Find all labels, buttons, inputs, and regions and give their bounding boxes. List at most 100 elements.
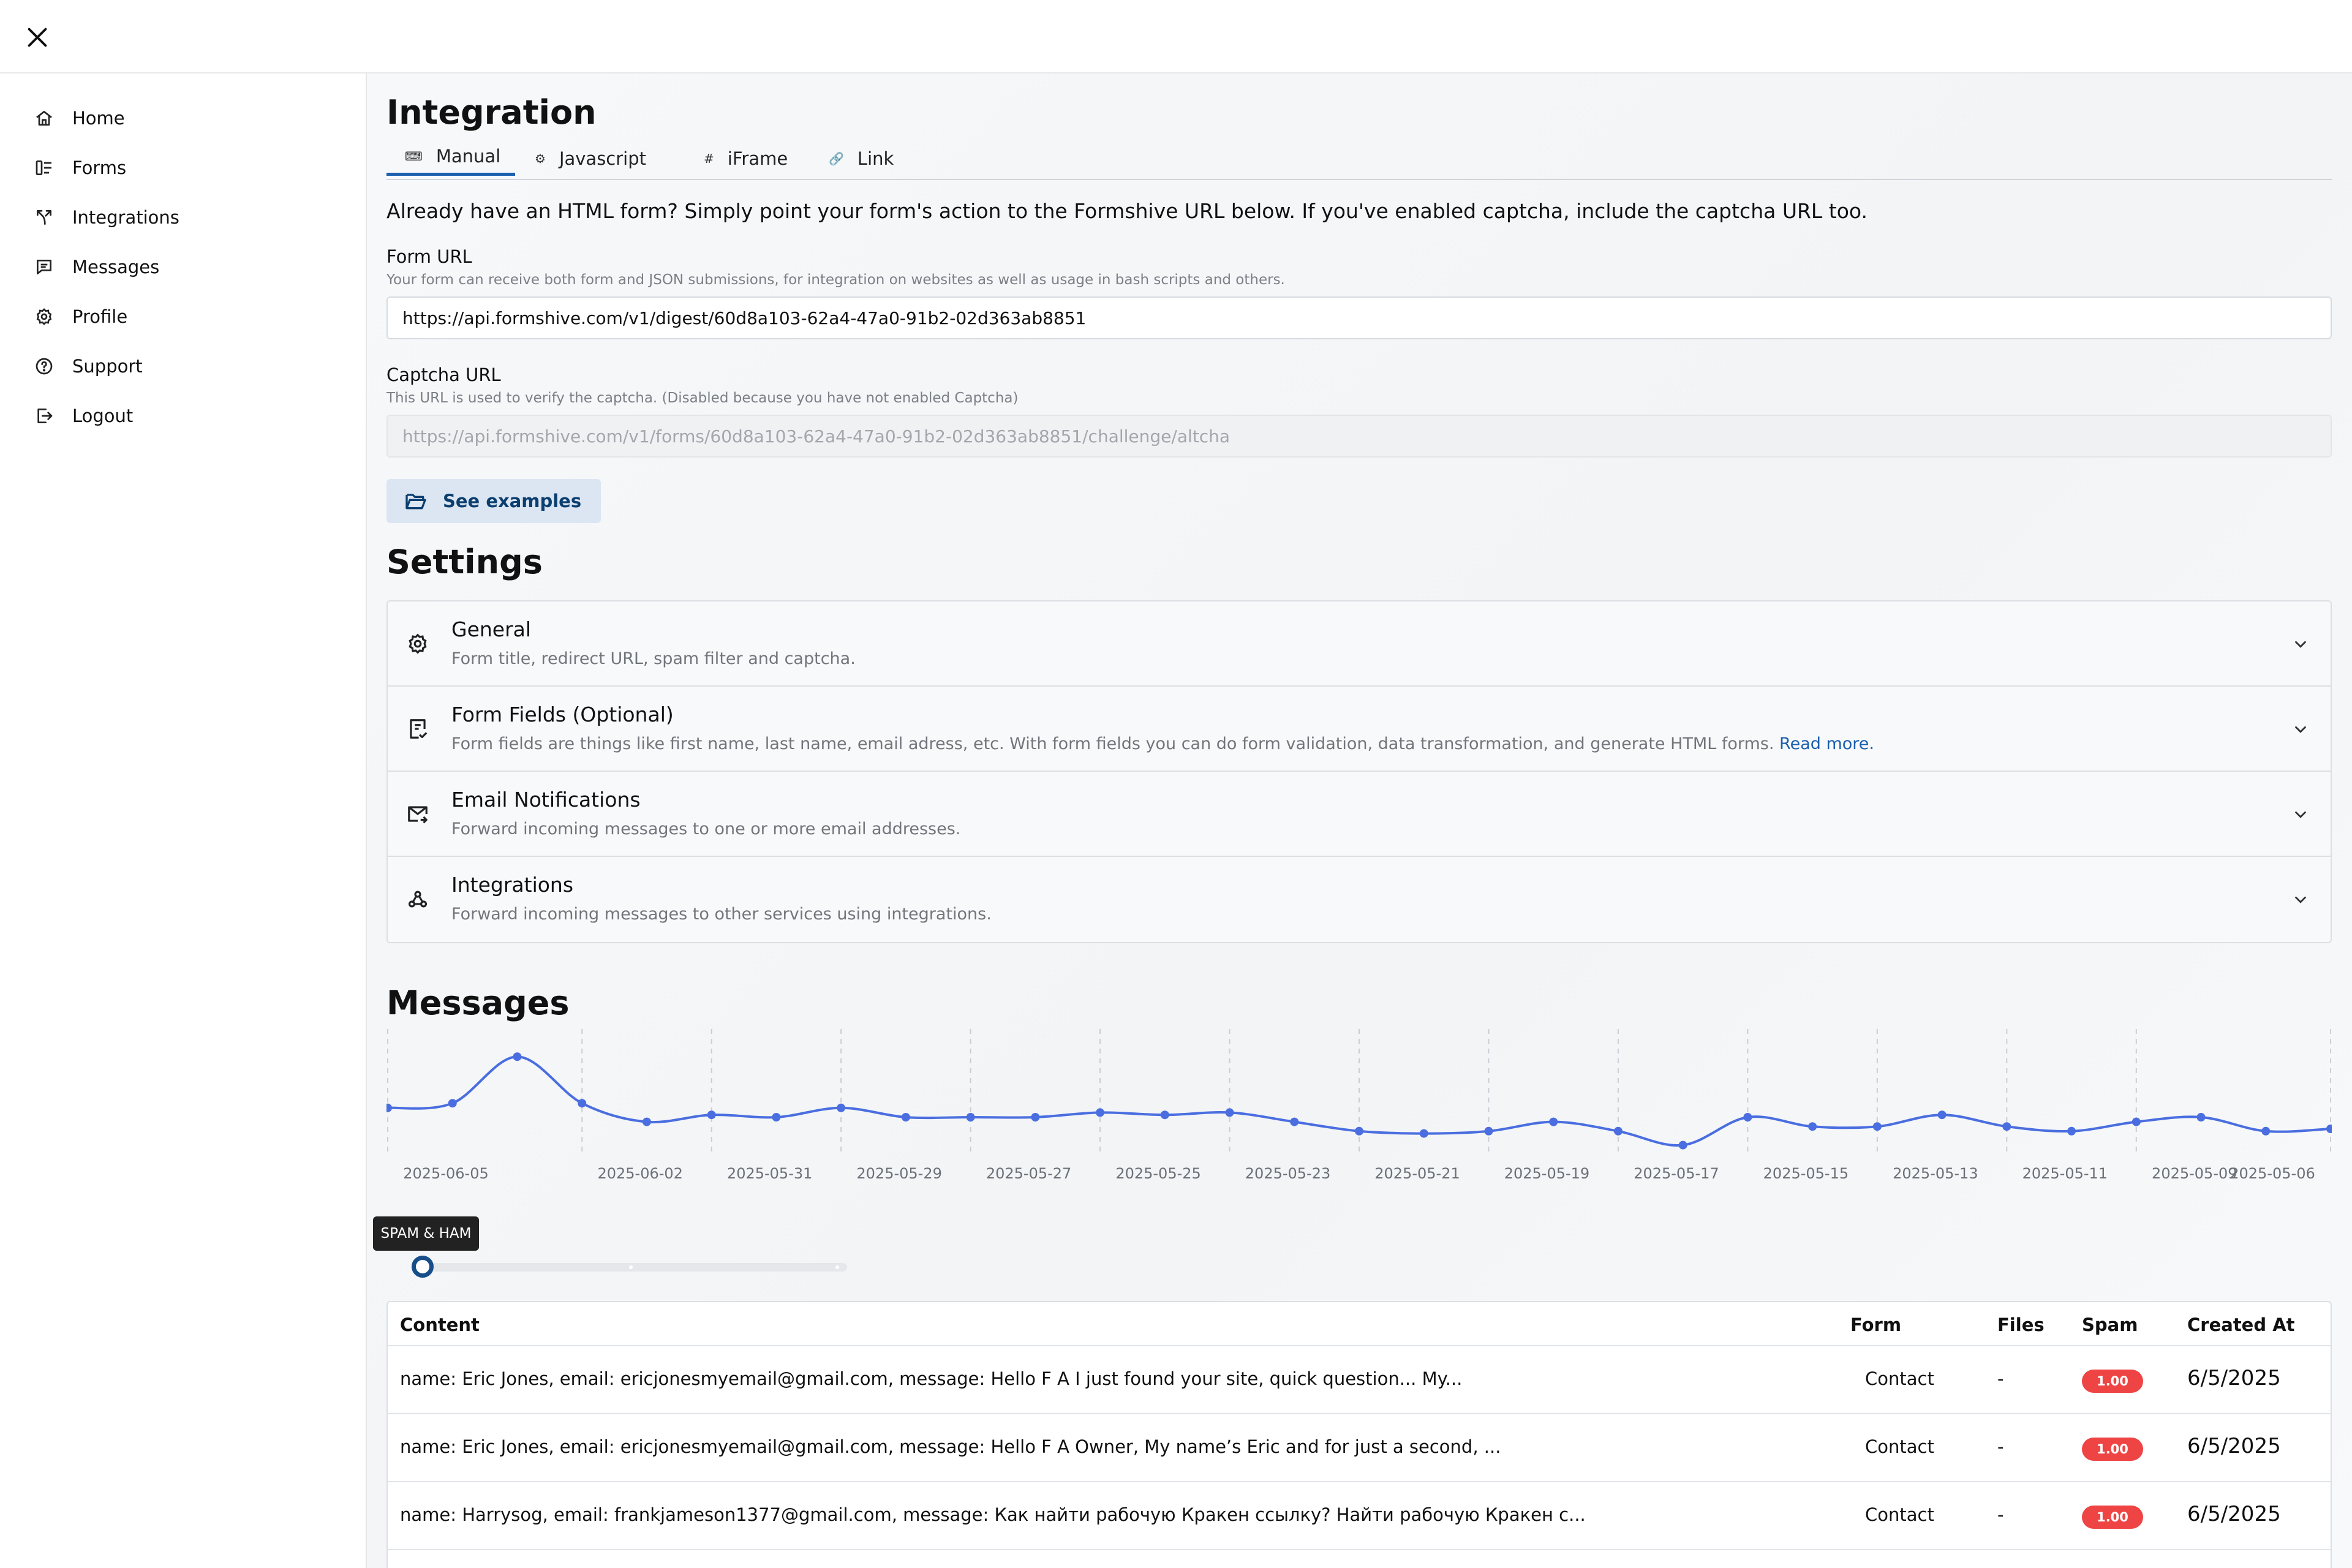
help-circle-icon bbox=[36, 358, 53, 375]
data-point[interactable] bbox=[642, 1117, 651, 1126]
sidebar-item-label: Forms bbox=[72, 157, 127, 178]
col-header-content[interactable]: Content bbox=[400, 1314, 480, 1335]
data-point[interactable] bbox=[2196, 1113, 2206, 1121]
data-point[interactable] bbox=[1872, 1122, 1882, 1131]
data-point[interactable] bbox=[1290, 1117, 1299, 1126]
spam-filter-slider-thumb[interactable] bbox=[412, 1256, 434, 1278]
data-point[interactable] bbox=[1613, 1126, 1623, 1136]
data-point[interactable] bbox=[772, 1113, 781, 1121]
x-tick-label: 2025-05-06 bbox=[2230, 1165, 2315, 1182]
tab-manual[interactable]: ⌨ Manual bbox=[386, 140, 515, 176]
table-row[interactable]: name: Eric Jones, email: ericjonesmyemai… bbox=[388, 1413, 2331, 1481]
data-point[interactable] bbox=[707, 1110, 716, 1120]
read-more-link[interactable]: Read more. bbox=[1779, 734, 1874, 753]
form-url-help: Your form can receive both form and JSON… bbox=[386, 272, 1285, 288]
data-point[interactable] bbox=[2067, 1126, 2076, 1136]
tab-label: Javascript bbox=[559, 148, 647, 169]
gear-icon bbox=[409, 633, 427, 654]
data-point[interactable] bbox=[578, 1099, 587, 1108]
settings-form-fields[interactable]: Form Fields (Optional) Form fields are t… bbox=[388, 687, 2331, 772]
section-desc: Form fields are things like first name, … bbox=[451, 734, 1874, 753]
settings-general[interactable]: General Form title, redirect URL, spam f… bbox=[388, 601, 2331, 687]
sidebar-item-messages[interactable]: Messages bbox=[34, 249, 159, 285]
x-tick-label: 2025-05-23 bbox=[1245, 1165, 1330, 1182]
tab-iframe[interactable]: # iFrame bbox=[704, 140, 788, 178]
see-examples-button[interactable]: See examples bbox=[386, 479, 601, 523]
hash-icon: # bbox=[704, 151, 714, 166]
integration-tabs: ⌨ Manual ⚙ Javascript # iFrame 🔗 Link bbox=[386, 140, 2332, 180]
data-point[interactable] bbox=[837, 1103, 846, 1112]
x-tick-label: 2025-05-25 bbox=[1115, 1165, 1200, 1182]
x-tick-label: 2025-05-31 bbox=[727, 1165, 812, 1182]
col-header-files[interactable]: Files bbox=[1997, 1314, 2045, 1335]
tab-label: Manual bbox=[435, 146, 501, 167]
link-icon: 🔗 bbox=[829, 151, 844, 166]
data-point[interactable] bbox=[1808, 1122, 1817, 1131]
top-bar bbox=[0, 0, 2352, 74]
sidebar-item-forms[interactable]: Forms bbox=[34, 149, 126, 186]
sidebar-item-profile[interactable]: Profile bbox=[34, 298, 127, 335]
x-tick-label: 2025-05-27 bbox=[986, 1165, 1071, 1182]
data-point[interactable] bbox=[513, 1052, 522, 1061]
settings-email-notifications[interactable]: Email Notifications Forward incoming mes… bbox=[388, 772, 2331, 857]
data-point[interactable] bbox=[386, 1103, 392, 1112]
data-point[interactable] bbox=[1678, 1140, 1687, 1150]
cell-content: name: Harrysog, email: frankjameson1377@… bbox=[400, 1504, 1586, 1525]
col-header-created[interactable]: Created At bbox=[2187, 1314, 2295, 1335]
data-point[interactable] bbox=[2132, 1117, 2141, 1126]
captcha-url-value: https://api.formshive.com/v1/forms/60d8a… bbox=[402, 426, 1231, 447]
settings-accordion: General Form title, redirect URL, spam f… bbox=[386, 600, 2332, 943]
col-header-form[interactable]: Form bbox=[1850, 1314, 1901, 1335]
data-point[interactable] bbox=[1225, 1108, 1234, 1117]
sidebar-item-logout[interactable]: Logout bbox=[34, 398, 133, 434]
x-tick-label: 2025-05-13 bbox=[1893, 1165, 1978, 1182]
x-tick-label: 2025-05-21 bbox=[1374, 1165, 1460, 1182]
spam-badge: 1.00 bbox=[2082, 1370, 2143, 1393]
gear-icon bbox=[36, 308, 52, 325]
sidebar-item-integrations[interactable]: Integrations bbox=[34, 199, 179, 236]
section-title: General bbox=[451, 617, 532, 641]
sidebar-item-home[interactable]: Home bbox=[34, 100, 125, 137]
x-tick-label: 2025-05-29 bbox=[856, 1165, 941, 1182]
data-point[interactable] bbox=[1096, 1108, 1105, 1117]
data-point[interactable] bbox=[1937, 1110, 1947, 1120]
messages-icon bbox=[37, 260, 51, 274]
data-point[interactable] bbox=[1743, 1113, 1752, 1121]
sidebar-item-support[interactable]: Support bbox=[34, 348, 143, 385]
sidebar-item-label: Messages bbox=[72, 257, 160, 277]
x-tick-label: 2025-05-11 bbox=[2022, 1165, 2108, 1182]
table-row[interactable]: name: Eric Jones, email: ericjonesmyemai… bbox=[388, 1345, 2331, 1413]
data-point[interactable] bbox=[448, 1099, 457, 1108]
settings-integrations[interactable]: Integrations Forward incoming messages t… bbox=[388, 857, 2331, 942]
cell-created: 6/5/2025 bbox=[2187, 1434, 2281, 1458]
section-title: Email Notifications bbox=[451, 788, 641, 812]
cell-form: Contact bbox=[1865, 1368, 1934, 1389]
data-point[interactable] bbox=[1160, 1110, 1169, 1120]
data-point[interactable] bbox=[1355, 1126, 1363, 1136]
data-point[interactable] bbox=[1419, 1129, 1428, 1138]
data-point[interactable] bbox=[901, 1113, 910, 1121]
data-point[interactable] bbox=[1484, 1126, 1493, 1136]
table-row[interactable] bbox=[388, 1549, 2331, 1568]
section-desc: Forward incoming messages to other servi… bbox=[451, 905, 992, 924]
chevron-down-icon bbox=[2295, 641, 2306, 648]
form-url-field[interactable]: https://api.formshive.com/v1/digest/60d8… bbox=[386, 296, 2332, 339]
tab-javascript[interactable]: ⚙ Javascript bbox=[535, 140, 646, 178]
cell-files: - bbox=[1997, 1504, 2004, 1525]
data-point[interactable] bbox=[2261, 1126, 2271, 1136]
data-point[interactable] bbox=[2326, 1125, 2332, 1133]
tab-link[interactable]: 🔗 Link bbox=[829, 140, 894, 178]
data-point[interactable] bbox=[2002, 1122, 2011, 1131]
spam-badge: 1.00 bbox=[2082, 1506, 2143, 1529]
data-point[interactable] bbox=[1031, 1113, 1040, 1121]
chevron-down-icon bbox=[2295, 726, 2306, 733]
messages-table: Content Form Files Spam Created At name:… bbox=[386, 1301, 2332, 1568]
data-point[interactable] bbox=[966, 1113, 975, 1121]
captcha-url-field: https://api.formshive.com/v1/forms/60d8a… bbox=[386, 415, 2332, 458]
col-header-spam[interactable]: Spam bbox=[2082, 1314, 2138, 1335]
x-tick-label: 2025-05-15 bbox=[1763, 1165, 1849, 1182]
slider-tick bbox=[835, 1265, 839, 1269]
table-row[interactable]: name: Harrysog, email: frankjameson1377@… bbox=[388, 1481, 2331, 1549]
close-icon[interactable] bbox=[23, 23, 51, 51]
data-point[interactable] bbox=[1549, 1117, 1558, 1126]
